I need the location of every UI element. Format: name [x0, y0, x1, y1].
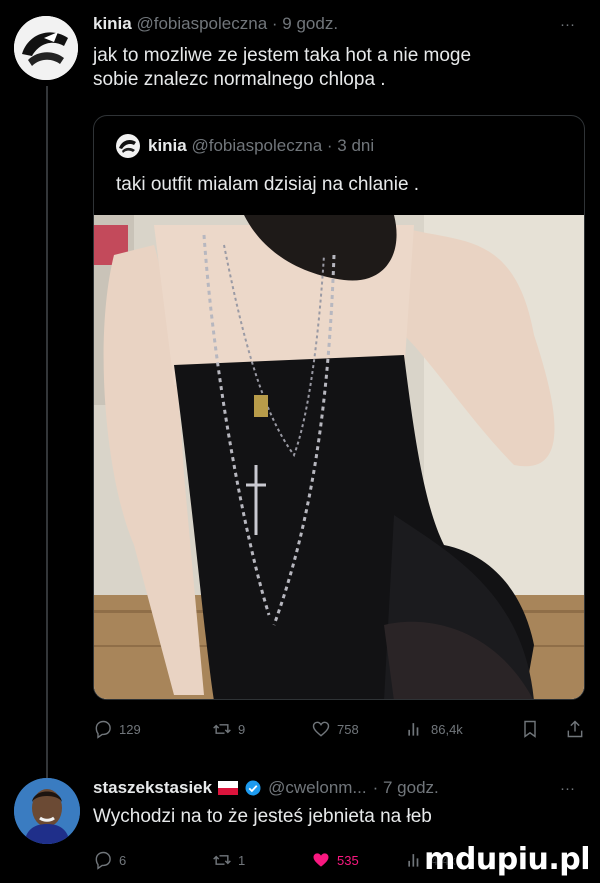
views-chart-icon [408, 854, 419, 867]
heart-filled-icon [313, 853, 329, 867]
reply-count: 129 [119, 721, 141, 737]
tweet-text-line: sobie znalezc normalnego chlopa . [93, 69, 386, 90]
quote-header: kinia @fobiaspoleczna · 3 dni [148, 136, 374, 156]
repost-count: 9 [238, 721, 246, 737]
reply-more-options-button[interactable]: ··· [560, 780, 575, 797]
views-count: 86,4k [431, 721, 463, 737]
quote-time: · 3 dni [326, 136, 375, 155]
quote-text: taki outfit mialam dzisiaj na chlanie . [116, 174, 420, 195]
reply-like-count: 535 [337, 852, 359, 868]
reply-icon [95, 720, 111, 739]
reply-avatar[interactable] [14, 778, 80, 844]
like-button[interactable]: 758 [311, 719, 359, 739]
views-button[interactable]: 86,4k [405, 719, 463, 739]
like-count: 758 [337, 721, 359, 737]
quote-author-handle: @fobiaspoleczna [191, 136, 323, 155]
reply-button[interactable]: 129 [93, 719, 141, 739]
repost-icon [213, 724, 231, 734]
heart-icon [312, 721, 330, 737]
tweet-text: jak to mozliwe ze jestem taka hot a nie … [93, 44, 471, 92]
share-button[interactable] [565, 719, 585, 739]
thread-line [46, 86, 48, 781]
views-chart-icon [408, 723, 419, 736]
watermark-logo: mdupiu.pl [424, 842, 590, 877]
author-name[interactable]: kinia [93, 14, 132, 33]
tweet-time[interactable]: · 9 godz. [272, 14, 338, 33]
repost-icon [213, 855, 231, 865]
photo-illustration [94, 215, 584, 699]
quote-avatar-image [119, 140, 136, 153]
reply-icon [95, 851, 111, 870]
share-icon [567, 720, 583, 738]
avatar[interactable] [14, 16, 78, 80]
quote-avatar [116, 134, 140, 158]
tweet-text-line: jak to mozliwe ze jestem taka hot a nie … [93, 45, 472, 66]
reply-repost-button[interactable]: 1 [212, 850, 245, 870]
reply-author-handle[interactable]: @cwelonm... [268, 778, 367, 798]
quoted-tweet-card[interactable]: kinia @fobiaspoleczna · 3 dni taki outfi… [93, 115, 585, 700]
reply-reply-count: 6 [119, 852, 127, 868]
tweet-header: kinia @fobiaspoleczna · 9 godz. [93, 14, 338, 34]
reply-author-name[interactable]: staszekstasiek [93, 778, 212, 798]
poland-flag-icon [218, 781, 239, 795]
reply-repost-count: 1 [238, 852, 246, 868]
avatar-image [14, 16, 78, 80]
reply-header: staszekstasiek @cwelonm... · 7 godz. [93, 778, 439, 798]
reply-like-button[interactable]: 535 [311, 850, 359, 870]
reply-reply-button[interactable]: 6 [93, 850, 126, 870]
reply-avatar-image [14, 778, 80, 844]
quote-author-name: kinia [148, 136, 187, 155]
reply-text: Wychodzi na to że jesteś jebnieta na łeb [93, 806, 432, 827]
reply-time[interactable]: · 7 godz. [373, 778, 439, 798]
more-options-button[interactable]: ··· [560, 16, 575, 33]
verified-badge-icon [245, 780, 261, 796]
bookmark-button[interactable] [520, 719, 540, 739]
bookmark-icon [524, 720, 536, 738]
repost-button[interactable]: 9 [212, 719, 245, 739]
quote-photo[interactable] [94, 215, 584, 699]
author-handle[interactable]: @fobiaspoleczna [136, 14, 267, 33]
